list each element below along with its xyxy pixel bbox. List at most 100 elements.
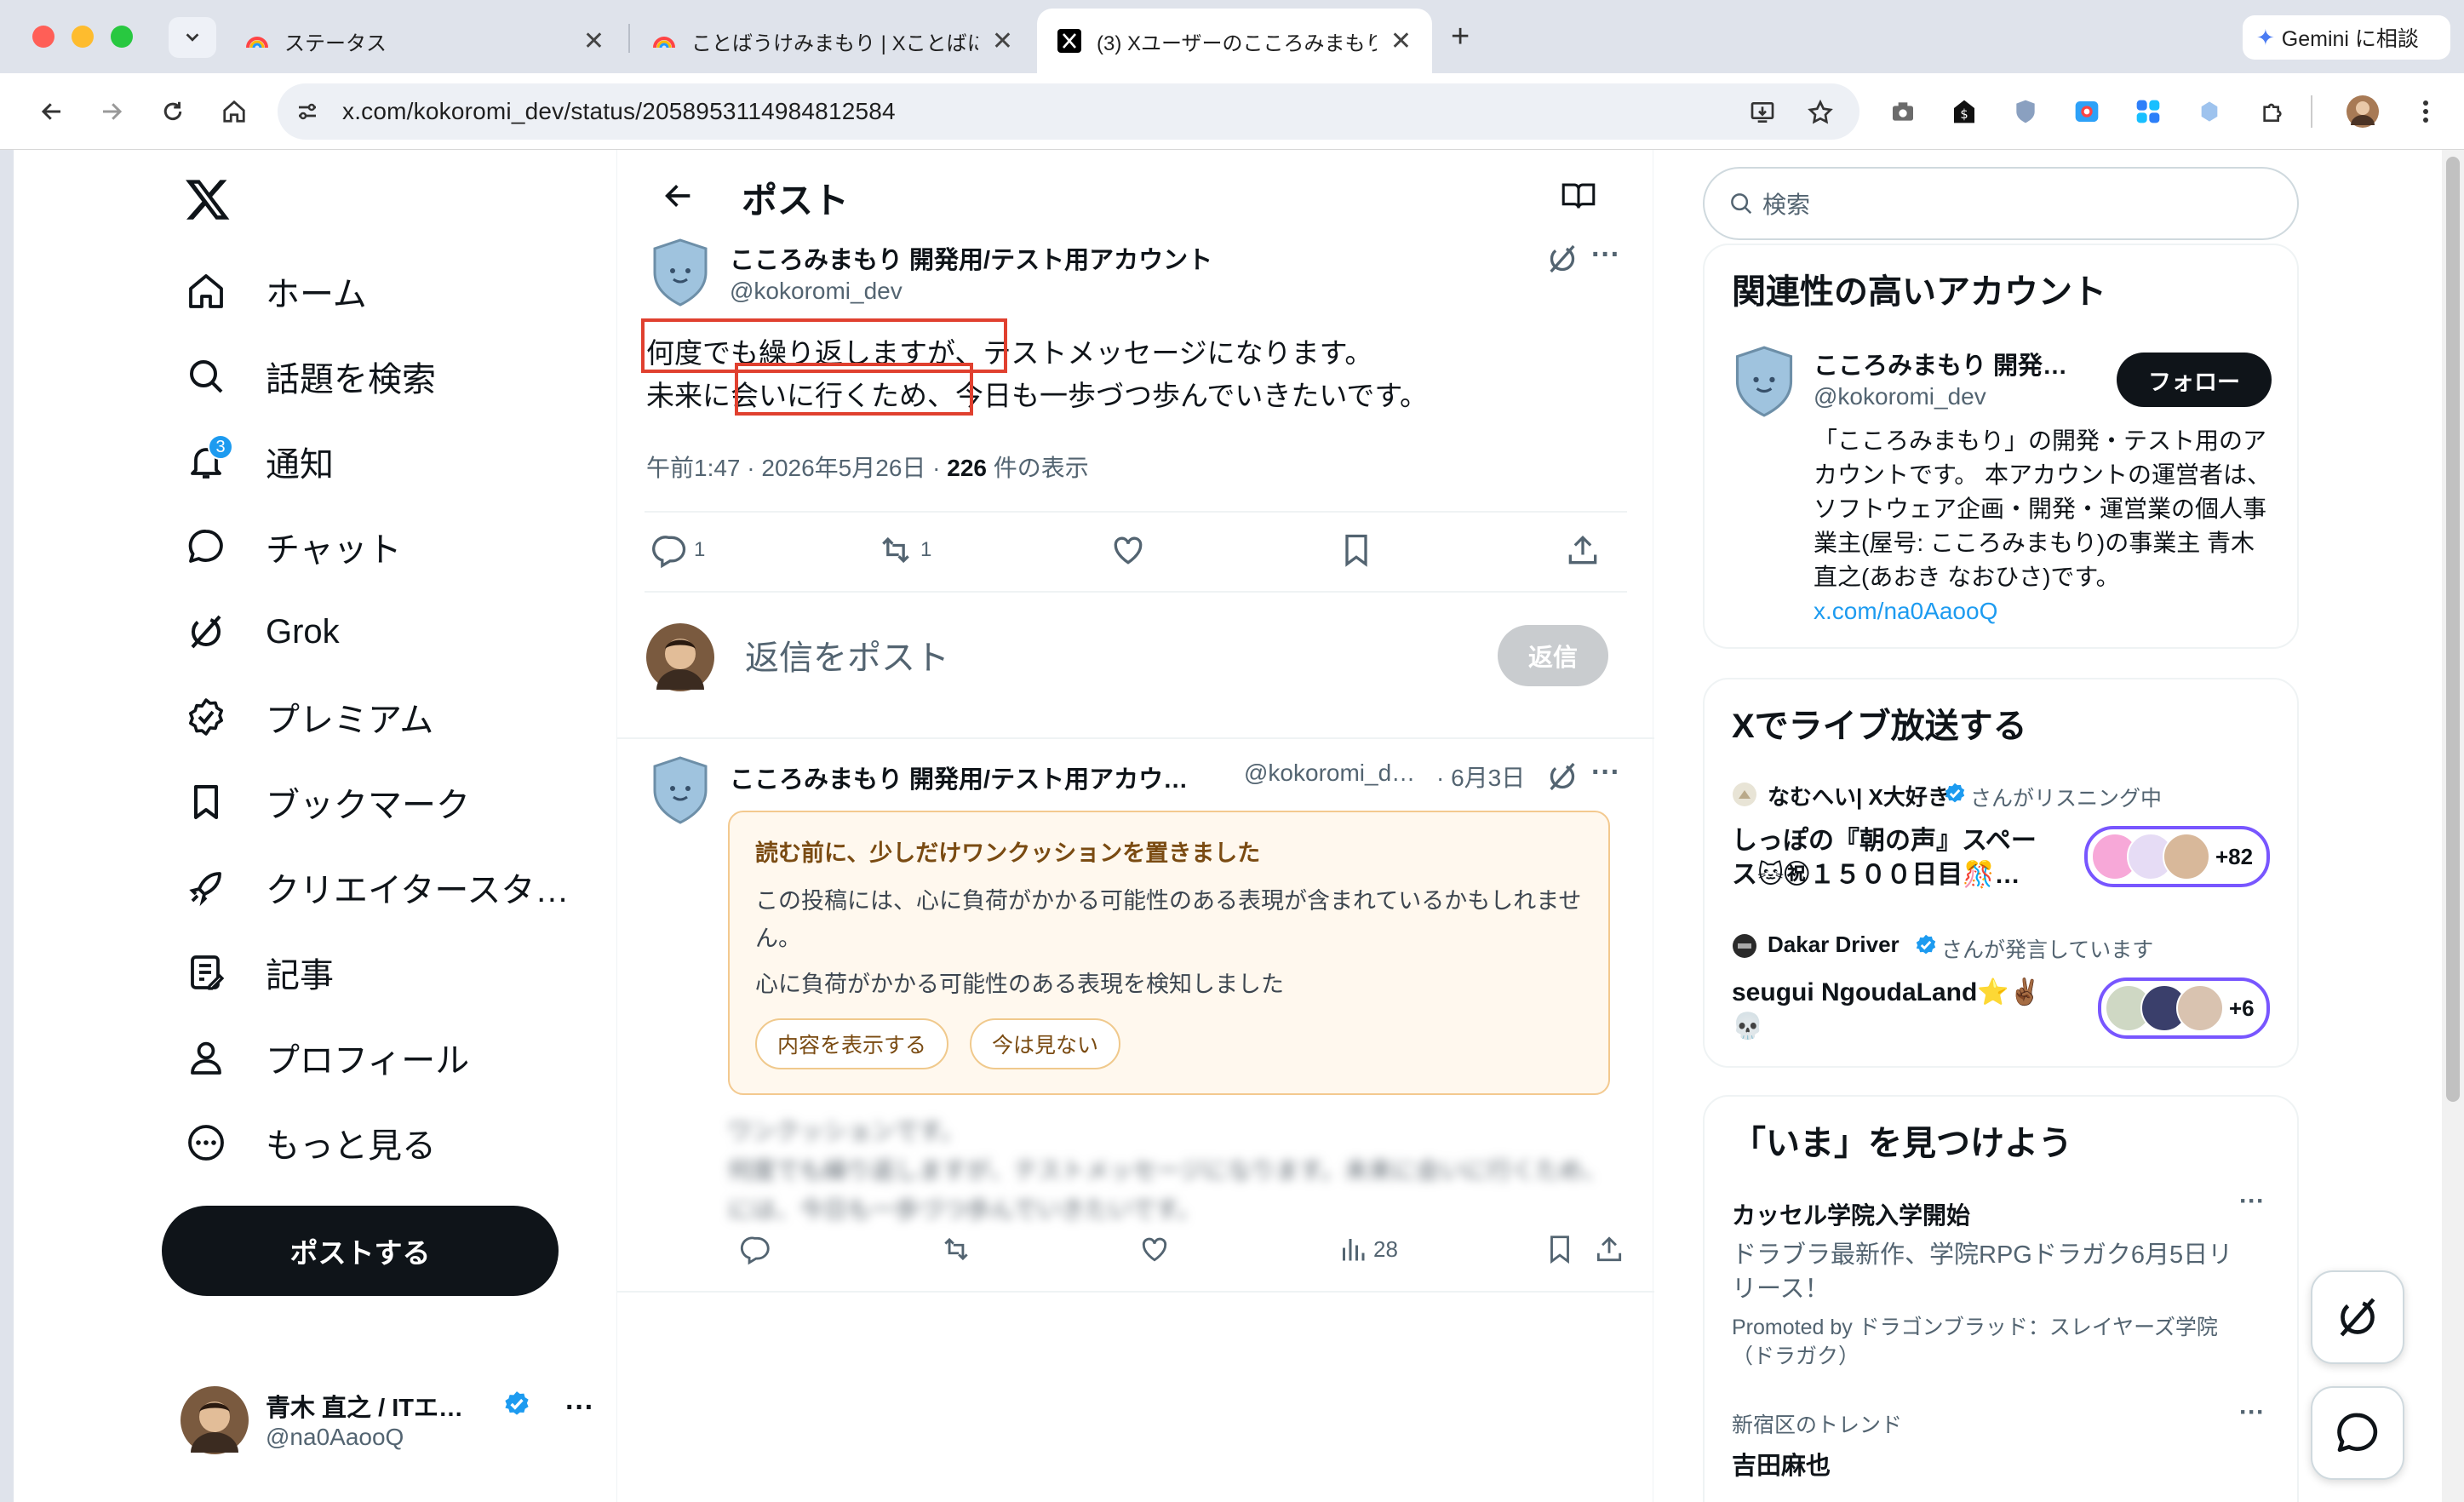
- views-button[interactable]: 28: [1338, 1233, 1398, 1265]
- grok-float-button[interactable]: [2311, 1270, 2404, 1364]
- close-window-button[interactable]: [32, 26, 54, 48]
- show-content-button[interactable]: 内容を表示する: [755, 1018, 949, 1069]
- tweet-time[interactable]: 午前1:47 · 2026年5月26日 ·: [646, 455, 947, 481]
- new-tab-button[interactable]: +: [1451, 19, 1470, 55]
- profile-button[interactable]: [2343, 92, 2382, 131]
- nav-articles[interactable]: 記事: [184, 938, 334, 1006]
- promoted-trend[interactable]: カッセル学院入学開始 ドラブラ最新作、学院RPGドラガク6月5日リ リース！ Pr…: [1732, 1197, 2277, 1371]
- camera-extension-button[interactable]: [1883, 92, 1922, 131]
- reply-more-icon[interactable]: ···: [1591, 756, 1620, 789]
- nav-explore[interactable]: 話題を検索: [184, 342, 436, 410]
- like-button[interactable]: [1109, 531, 1147, 569]
- nav-creator-studio[interactable]: クリエイタースタ…: [184, 853, 569, 921]
- scrollbar-thumb[interactable]: [2446, 157, 2460, 1102]
- like-button[interactable]: [1138, 1233, 1171, 1265]
- nav-premium[interactable]: プレミアム: [184, 683, 433, 751]
- nav-more[interactable]: もっと見る: [184, 1109, 436, 1177]
- gemini-button[interactable]: ✦ Gemini に相談: [2243, 15, 2450, 60]
- minimize-window-button[interactable]: [72, 26, 94, 48]
- address-bar[interactable]: x.com/kokoromi_dev/status/20589531149848…: [278, 83, 1859, 140]
- space-item[interactable]: なむへい| X大好き さんがリスニング中 しっぽの『朝の声』スペー ス🐱㊗１５００…: [1732, 780, 2277, 916]
- space-item[interactable]: Dakar Driver さんが発言しています seugui NgoudaLan…: [1732, 932, 2277, 1068]
- promoted-title: カッセル学院入学開始: [1732, 1202, 1971, 1229]
- nav-bookmarks[interactable]: ブックマーク: [184, 768, 470, 836]
- browser-tab[interactable]: ことばうけみまもり | Xことばに ✕: [632, 9, 1034, 73]
- trend-item[interactable]: 新宿区のトレンド 吉田麻也: [1732, 1408, 2243, 1482]
- browser-tab[interactable]: ステータス ✕: [225, 9, 625, 73]
- hide-content-button[interactable]: 今は見ない: [970, 1018, 1121, 1069]
- share-button[interactable]: [1593, 1233, 1625, 1265]
- browser-tab-active[interactable]: (3) Xユーザーのこころみまもり ✕: [1037, 9, 1432, 73]
- account-more-icon[interactable]: ···: [565, 1391, 594, 1425]
- extensions-button[interactable]: [2253, 92, 2292, 131]
- avatar[interactable]: [650, 756, 711, 824]
- repost-button[interactable]: 1: [876, 531, 931, 569]
- reply-submit-button[interactable]: 返信: [1498, 625, 1608, 686]
- repost-button[interactable]: [939, 1233, 973, 1265]
- back-button[interactable]: [32, 92, 72, 131]
- bookmark-star-icon[interactable]: [1807, 99, 1834, 126]
- account-switcher[interactable]: 青木 直之 / ITエ… @na0AaooQ ···: [181, 1383, 623, 1459]
- related-handle[interactable]: @kokoromi_dev: [1814, 383, 1986, 410]
- back-arrow-icon[interactable]: [662, 179, 696, 213]
- space-title-line: ス🐱㊗１５００日目🎊…: [1732, 861, 2020, 889]
- bookmark-button[interactable]: [1544, 1233, 1576, 1265]
- nav-notifications[interactable]: 3 通知: [184, 427, 334, 496]
- reply-button[interactable]: 1: [651, 531, 705, 569]
- home-button[interactable]: [215, 92, 254, 131]
- nav-home[interactable]: ホーム: [184, 257, 367, 325]
- grok-icon[interactable]: [1545, 242, 1579, 276]
- tweet-more-icon[interactable]: ···: [1591, 238, 1620, 272]
- reader-mode-icon[interactable]: [1561, 179, 1596, 213]
- compose-post-button[interactable]: ポストする: [162, 1206, 559, 1296]
- install-app-icon[interactable]: [1749, 99, 1776, 126]
- author-name[interactable]: こころみまもり 開発用/テスト用アカウント: [730, 240, 1212, 276]
- author-handle[interactable]: @kokoromi_dev: [730, 278, 903, 305]
- chat-float-button[interactable]: [2311, 1386, 2404, 1480]
- reply-author-handle[interactable]: @kokoromi_d…: [1244, 760, 1415, 787]
- space-title-line: seugui NgoudaLand⭐✌🏾: [1732, 978, 2042, 1006]
- chrome-menu-button[interactable]: [2406, 92, 2445, 131]
- home-outline-icon: [223, 100, 245, 123]
- trend-more-icon[interactable]: ···: [2239, 1187, 2265, 1216]
- nav-chat[interactable]: チャット: [184, 513, 402, 581]
- search-box[interactable]: 検索: [1703, 167, 2299, 240]
- avatar[interactable]: [1732, 346, 1796, 417]
- grid-extension-button[interactable]: [2129, 92, 2168, 131]
- reload-button[interactable]: [153, 92, 192, 131]
- forward-button[interactable]: [92, 92, 131, 131]
- reply-input[interactable]: 返信をポスト: [745, 630, 949, 679]
- nav-grok[interactable]: Grok: [184, 598, 340, 666]
- close-tab-icon[interactable]: ✕: [1390, 26, 1412, 56]
- trend-more-icon[interactable]: ···: [2239, 1398, 2265, 1427]
- share-button[interactable]: [1564, 531, 1602, 569]
- camera-icon: [1893, 102, 1913, 121]
- related-bio-link[interactable]: x.com/na0AaooQ: [1814, 598, 1997, 624]
- related-name[interactable]: こころみまもり 開発…: [1814, 346, 2067, 381]
- shield-extension-button[interactable]: [2006, 92, 2045, 131]
- x-logo-icon[interactable]: [184, 175, 232, 223]
- tab-search-button[interactable]: [169, 17, 216, 58]
- badge-extension-button[interactable]: [2190, 92, 2229, 131]
- related-accounts-panel: 関連性の高いアカウント こころみまもり 開発… @kokoromi_dev フォ…: [1703, 244, 2299, 649]
- dollar-extension-button[interactable]: $: [1945, 92, 1984, 131]
- follow-button[interactable]: フォロー: [2117, 353, 2272, 407]
- live-spaces-panel: Xでライブ放送する なむへい| X大好き さんがリスニング中 しっぽの『朝の声』…: [1703, 678, 2299, 1068]
- listener-count: +82: [2215, 843, 2254, 869]
- screen-extension-button[interactable]: [2067, 92, 2106, 131]
- reply-date[interactable]: · 6月3日: [1436, 760, 1525, 794]
- grok-icon[interactable]: [1545, 760, 1579, 794]
- close-tab-icon[interactable]: ✕: [583, 26, 605, 56]
- reply-button[interactable]: [740, 1233, 772, 1265]
- avatar[interactable]: [650, 238, 711, 307]
- site-settings-icon[interactable]: [295, 99, 320, 124]
- notification-badge: 3: [208, 434, 233, 460]
- maximize-window-button[interactable]: [111, 26, 133, 48]
- close-tab-icon[interactable]: ✕: [992, 26, 1013, 56]
- reply-author-name[interactable]: こころみまもり 開発用/テスト用アカウ…: [730, 760, 1188, 795]
- main-column: ポスト こころみまもり 開発用/テスト用アカウント @kokoromi_dev …: [616, 150, 1654, 1502]
- verified-badge-icon: [1916, 934, 1936, 955]
- bookmark-button[interactable]: [1338, 531, 1375, 569]
- page-scrollbar[interactable]: [2442, 150, 2464, 1502]
- nav-profile[interactable]: プロフィール: [184, 1023, 469, 1092]
